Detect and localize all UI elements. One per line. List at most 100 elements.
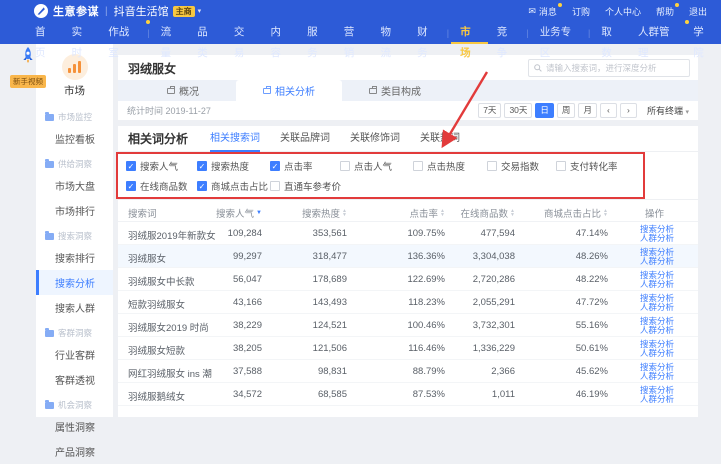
- related-word-tab[interactable]: 关联品牌词: [280, 126, 330, 152]
- quick-help-floater[interactable]: 新手视频: [6, 46, 50, 89]
- search-input[interactable]: [546, 63, 684, 73]
- nav-item[interactable]: 内容: [262, 22, 299, 44]
- nav-item[interactable]: 取数: [592, 22, 629, 44]
- utility-item[interactable]: 订购: [572, 5, 590, 18]
- sidebar-item[interactable]: 市场排行: [36, 198, 113, 223]
- nav-item[interactable]: 市场: [451, 22, 488, 44]
- date-range-button[interactable]: 30天: [504, 103, 532, 118]
- sidebar-item[interactable]: 搜索分析: [36, 270, 113, 295]
- metric-checkbox[interactable]: 点击热度: [413, 159, 465, 173]
- column-header[interactable]: 搜索人气▼: [216, 206, 262, 220]
- date-range-button[interactable]: ‹: [600, 103, 617, 118]
- column-header[interactable]: 搜索词: [128, 206, 157, 220]
- metric-checkbox[interactable]: 支付转化率: [556, 159, 618, 173]
- action-link[interactable]: 人群分析: [640, 303, 674, 313]
- shop-name[interactable]: 抖音生活馆: [114, 3, 169, 19]
- action-link[interactable]: 人群分析: [640, 234, 674, 244]
- action-link[interactable]: 人群分析: [640, 257, 674, 267]
- column-header[interactable]: 商城点击占比▲▼: [544, 206, 608, 220]
- checkbox-icon[interactable]: [270, 181, 280, 191]
- metric-checkbox[interactable]: 交易指数: [487, 159, 539, 173]
- metric-checkbox[interactable]: ✓点击率: [270, 159, 313, 173]
- sidebar-item[interactable]: 行业客群: [36, 342, 113, 367]
- action-link[interactable]: 人群分析: [640, 372, 674, 382]
- table-row[interactable]: 短款羽绒服女43,166143,493118.23%2,055,29147.72…: [118, 291, 698, 314]
- sidebar-group-label[interactable]: 市场监控: [36, 104, 113, 126]
- date-range-button[interactable]: ›: [620, 103, 637, 118]
- nav-item[interactable]: 首页: [26, 22, 63, 44]
- sidebar-group-label[interactable]: 机会洞察: [36, 392, 113, 414]
- action-link[interactable]: 人群分析: [640, 280, 674, 290]
- nav-item[interactable]: 竞争: [488, 22, 525, 44]
- column-header[interactable]: 搜索热度▲▼: [302, 206, 347, 220]
- metric-checkbox[interactable]: 点击人气: [340, 159, 392, 173]
- sort-icon[interactable]: ▲▼: [440, 209, 445, 217]
- table-row[interactable]: 羽绒服2019年新款女109,284353,561109.75%477,5944…: [118, 222, 698, 245]
- utility-item[interactable]: 个人中心: [605, 5, 641, 18]
- checkbox-icon[interactable]: [340, 161, 350, 171]
- nav-item[interactable]: 品类: [188, 22, 225, 44]
- nav-item[interactable]: 流量: [152, 22, 189, 44]
- metric-checkbox[interactable]: ✓在线商品数: [126, 179, 188, 193]
- utility-item[interactable]: 帮助: [656, 5, 674, 18]
- action-link[interactable]: 人群分析: [640, 326, 674, 336]
- sidebar-item[interactable]: 产品洞察: [36, 439, 113, 464]
- checkbox-icon[interactable]: ✓: [197, 181, 207, 191]
- table-row[interactable]: 羽绒服女2019 时尚38,229124,521100.46%3,732,301…: [118, 314, 698, 337]
- checkbox-icon[interactable]: ✓: [126, 161, 136, 171]
- sidebar-item[interactable]: 监控看板: [36, 126, 113, 151]
- sidebar-item[interactable]: 市场大盘: [36, 173, 113, 198]
- nav-item[interactable]: 物流: [371, 22, 408, 44]
- column-header[interactable]: 操作: [645, 206, 664, 220]
- table-row[interactable]: 羽绒服女99,297318,477136.36%3,304,03848.26%搜…: [118, 245, 698, 268]
- table-row[interactable]: 羽绒服女短款38,205121,506116.46%1,336,22950.61…: [118, 337, 698, 360]
- table-row[interactable]: 羽绒服女中长款56,047178,689122.69%2,720,28648.2…: [118, 268, 698, 291]
- related-word-tab[interactable]: 关联修饰词: [350, 126, 400, 152]
- sidebar-group-label[interactable]: 供给洞察: [36, 151, 113, 173]
- utility-item[interactable]: 退出: [689, 5, 707, 18]
- date-range-button[interactable]: 月: [578, 103, 597, 118]
- checkbox-icon[interactable]: ✓: [270, 161, 280, 171]
- nav-item[interactable]: 作战室: [99, 22, 145, 44]
- date-range-button[interactable]: 日: [535, 103, 554, 118]
- column-header[interactable]: 在线商品数▲▼: [461, 206, 515, 220]
- sidebar-item[interactable]: 客群透视: [36, 367, 113, 392]
- metric-checkbox[interactable]: ✓搜索热度: [197, 159, 249, 173]
- shop-switch-caret-icon[interactable]: ▾: [198, 7, 202, 15]
- sort-icon[interactable]: ▲▼: [510, 209, 515, 217]
- nav-item[interactable]: 业务专区: [531, 22, 586, 44]
- checkbox-icon[interactable]: ✓: [197, 161, 207, 171]
- date-range-button[interactable]: 周: [557, 103, 576, 118]
- checkbox-icon[interactable]: [556, 161, 566, 171]
- nav-item[interactable]: 学院: [684, 22, 721, 44]
- related-word-tab[interactable]: 相关搜索词: [210, 126, 260, 152]
- related-word-tab[interactable]: 关联热词: [420, 126, 460, 152]
- sidebar-group-label[interactable]: 搜索洞察: [36, 223, 113, 245]
- table-row[interactable]: 网红羽绒服女 ins 潮37,58898,83188.79%2,36645.62…: [118, 360, 698, 383]
- column-header[interactable]: 点击率▲▼: [410, 206, 445, 220]
- action-link[interactable]: 人群分析: [640, 395, 674, 405]
- sidebar-item[interactable]: 搜索排行: [36, 245, 113, 270]
- nav-item[interactable]: 人群管理: [629, 22, 684, 44]
- sort-icon[interactable]: ▲▼: [342, 209, 347, 217]
- date-range-button[interactable]: 7天: [478, 103, 501, 118]
- nav-item[interactable]: 交易: [225, 22, 262, 44]
- metric-checkbox[interactable]: ✓搜索人气: [126, 159, 178, 173]
- table-row[interactable]: 羽绒服鹅绒女34,57268,58587.53%1,01146.19%搜索分析人…: [118, 383, 698, 406]
- nav-item[interactable]: 服务: [298, 22, 335, 44]
- nav-item[interactable]: 实时: [63, 22, 100, 44]
- sort-icon[interactable]: ▲▼: [603, 209, 608, 217]
- page-tab[interactable]: 类目构成: [342, 80, 448, 101]
- checkbox-icon[interactable]: [487, 161, 497, 171]
- metric-checkbox[interactable]: ✓商城点击占比: [197, 179, 268, 193]
- checkbox-icon[interactable]: [413, 161, 423, 171]
- page-tab[interactable]: 相关分析: [236, 80, 342, 101]
- utility-item[interactable]: ✉消息: [528, 5, 557, 18]
- checkbox-icon[interactable]: ✓: [126, 181, 136, 191]
- page-tab[interactable]: 概况: [130, 80, 236, 101]
- metric-checkbox[interactable]: 直通车参考价: [270, 179, 341, 193]
- nav-item[interactable]: 营销: [335, 22, 372, 44]
- nav-item[interactable]: 财务: [408, 22, 445, 44]
- action-link[interactable]: 人群分析: [640, 349, 674, 359]
- sidebar-item[interactable]: 属性洞察: [36, 414, 113, 439]
